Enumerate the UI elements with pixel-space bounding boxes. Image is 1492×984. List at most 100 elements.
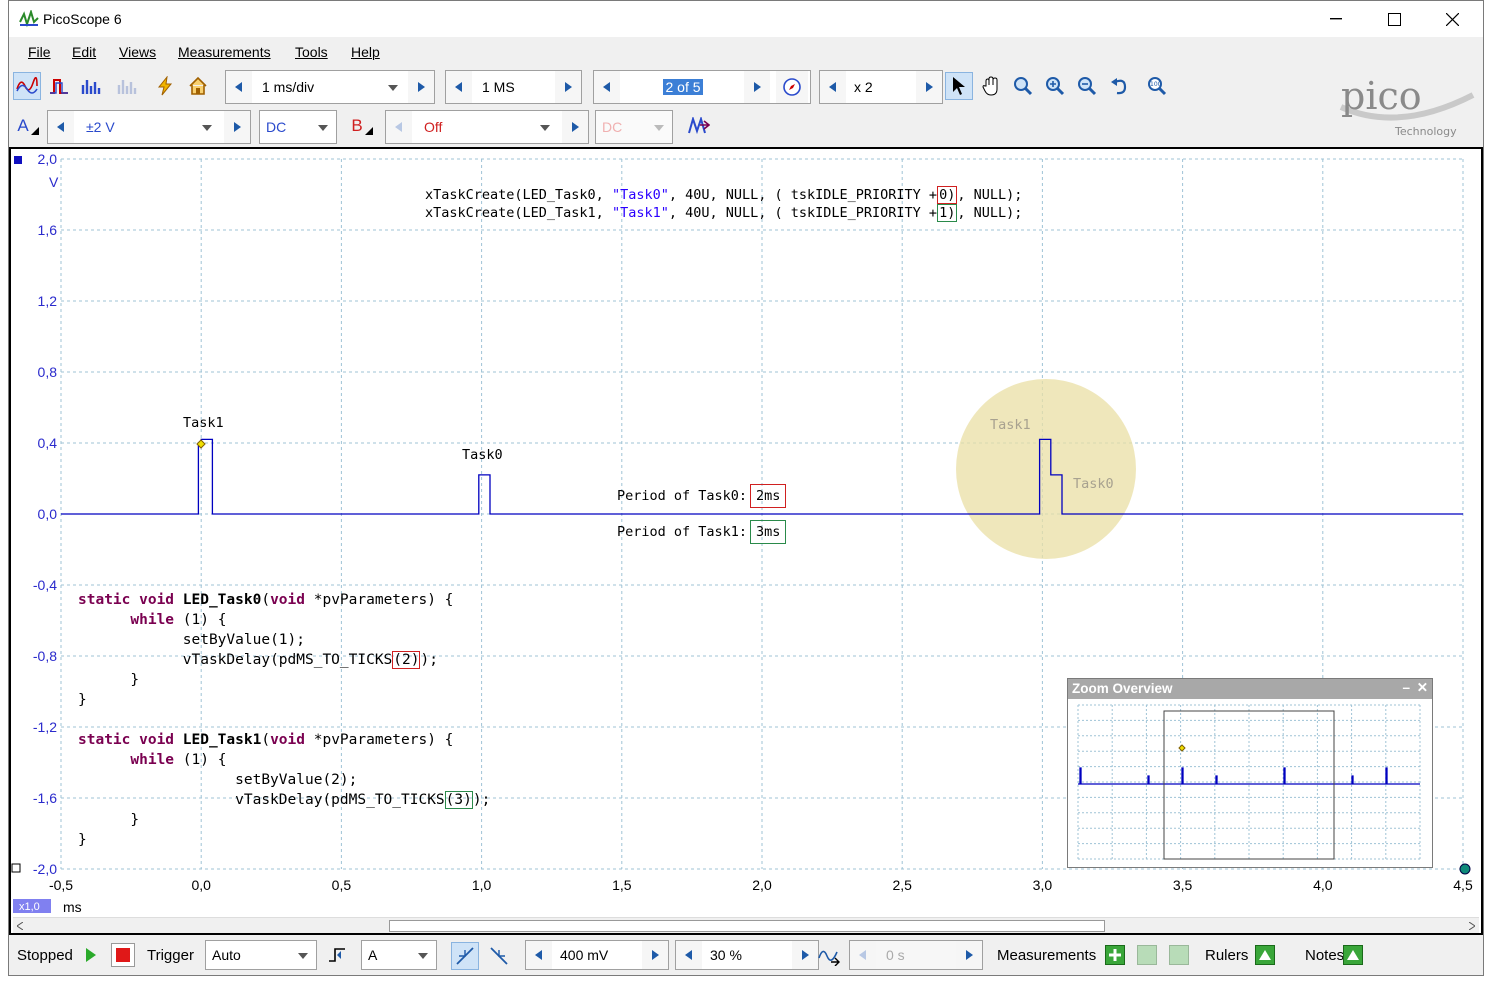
pretrigger-value: 30 % [710, 947, 742, 963]
horizontal-scrollbar[interactable] [13, 917, 1479, 933]
zoom-overview-minimize-button[interactable]: – [1402, 680, 1410, 695]
trigger-type-icon[interactable] [327, 945, 347, 968]
zoom-in-icon[interactable] [1041, 72, 1069, 100]
priority-0-box: 0) [937, 186, 958, 204]
x-tick-label: -0,5 [49, 877, 73, 893]
zoom-overview-panel[interactable]: Zoom Overview – ✕ [1067, 678, 1433, 868]
delay-control: 0 s [849, 940, 983, 970]
y-tick-label: 0,4 [38, 435, 58, 451]
scope-mode-icon[interactable] [13, 72, 41, 100]
math-channels-icon[interactable] [685, 112, 713, 140]
xtaskcreate-line-1: xTaskCreate(LED_Task1, "Task1", 40U, NUL… [425, 204, 1023, 222]
zoom-factor-field[interactable]: x 2 [848, 71, 912, 103]
rulers-toggle-icon[interactable] [1255, 945, 1275, 965]
menu-file[interactable]: File [28, 44, 51, 60]
minimize-button[interactable] [1307, 1, 1365, 37]
zoom-next-button[interactable] [916, 71, 942, 103]
timebase-control: 1 ms/div [225, 70, 435, 104]
trigger-delay-icon[interactable] [817, 944, 841, 969]
coupling-a-select[interactable]: DC [259, 110, 337, 144]
menu-measurements[interactable]: Measurements [178, 44, 271, 60]
threshold-prev-button[interactable] [526, 941, 552, 969]
menu-edit[interactable]: Edit [72, 44, 96, 60]
samples-field[interactable]: 1 MS [476, 71, 552, 103]
rising-edge-icon[interactable] [451, 942, 479, 970]
picoscope-app-icon [19, 8, 39, 31]
y-tick-label: 2,0 [38, 151, 58, 167]
close-button[interactable] [1423, 1, 1481, 37]
y-tick-label: -0,8 [33, 648, 57, 664]
range-b-value: Off [424, 119, 443, 135]
zoom-box-icon[interactable] [1009, 72, 1037, 100]
add-measurement-icon[interactable] [1105, 945, 1125, 965]
delay-field: 0 s [880, 941, 952, 969]
menu-help[interactable]: Help [351, 44, 380, 60]
pointer-tool-icon[interactable] [945, 72, 973, 100]
scroll-right-button[interactable] [1465, 919, 1479, 933]
menu-tools[interactable]: Tools [295, 44, 328, 60]
xtaskcreate-line-0: xTaskCreate(LED_Task0, "Task0", 40U, NUL… [425, 186, 1023, 204]
delay-2-box: (2) [392, 651, 421, 669]
zoom-overview-trigger-marker [1178, 744, 1186, 752]
timebase-value: 1 ms/div [262, 79, 315, 95]
buffer-field[interactable]: 2 of 5 [628, 71, 738, 103]
channel-b-button[interactable]: B [347, 112, 377, 140]
coupling-b-value: DC [602, 119, 623, 135]
pico-logo-subtext: Technology [1394, 125, 1457, 138]
threshold-next-button[interactable] [642, 941, 668, 969]
persistence-mode-icon[interactable] [45, 72, 73, 100]
x-tick-label: 3,0 [1033, 877, 1053, 893]
timebase-select[interactable]: 1 ms/div [256, 71, 406, 103]
timebase-next-button[interactable] [408, 71, 434, 103]
pretrigger-prev-button[interactable] [676, 941, 702, 969]
notes-toggle-icon[interactable] [1343, 945, 1363, 965]
samples-prev-button[interactable] [446, 71, 472, 103]
buffer-next-button[interactable] [744, 71, 770, 103]
range-a-prev-button[interactable] [48, 111, 74, 143]
trigger-mode-select[interactable]: Auto [205, 940, 317, 970]
threshold-field[interactable]: 400 mV [554, 941, 640, 969]
home-icon[interactable] [184, 72, 212, 100]
spectrum-mode-icon[interactable] [77, 72, 105, 100]
zoom-overview-icon[interactable]: 100 [1143, 72, 1171, 100]
start-icon[interactable] [85, 947, 97, 966]
channel-a-button[interactable]: A [13, 112, 43, 140]
hand-tool-icon[interactable] [977, 72, 1005, 100]
x-tick-label: 1,5 [612, 877, 632, 893]
samples-next-button[interactable] [555, 71, 581, 103]
undo-zoom-icon[interactable] [1105, 72, 1133, 100]
range-a-next-button[interactable] [224, 111, 250, 143]
zoom-overview-close-button[interactable]: ✕ [1417, 680, 1428, 696]
trigger-channel-select[interactable]: A [361, 940, 437, 970]
pretrigger-next-button[interactable] [792, 941, 818, 969]
code-led-task0: static void LED_Task0(void *pvParameters… [78, 592, 454, 708]
threshold-control: 400 mV [525, 940, 669, 970]
title-bar: PicoScope 6 [9, 1, 1483, 37]
range-b-next-button[interactable] [562, 111, 588, 143]
range-b-prev-button[interactable] [386, 111, 412, 143]
buffer-prev-button[interactable] [594, 71, 620, 103]
zoom-overview-chart[interactable] [1068, 699, 1432, 867]
menu-views[interactable]: Views [119, 44, 156, 60]
x-tick-label: 2,5 [892, 877, 912, 893]
scroll-left-button[interactable] [13, 919, 27, 933]
range-a-select[interactable]: ±2 V [80, 111, 220, 143]
y-tick-label: -0,4 [33, 577, 57, 593]
stop-button[interactable] [111, 943, 135, 967]
scroll-thumb[interactable] [389, 920, 1105, 932]
zoom-out-icon[interactable] [1073, 72, 1101, 100]
range-b-select[interactable]: Off [418, 111, 558, 143]
buffer-navigator-icon[interactable] [776, 71, 808, 103]
falling-edge-icon[interactable] [485, 942, 513, 970]
timebase-prev-button[interactable] [226, 71, 252, 103]
auto-setup-icon[interactable] [151, 72, 179, 100]
pretrigger-field[interactable]: 30 % [704, 941, 790, 969]
scope-view[interactable]: 2,0 1,6 1,2 0,8 0,4 0,0 -0,4 -0,8 -1,2 -1,6 -2,0 -… [9, 147, 1483, 935]
maximize-button[interactable] [1365, 1, 1423, 37]
delay-prev-button [850, 941, 876, 969]
zoom-prev-button[interactable] [820, 71, 846, 103]
coupling-a-value: DC [266, 119, 287, 135]
x-unit-label: ms [63, 899, 82, 915]
y-axis-ticks: 2,0 1,6 1,2 0,8 0,4 0,0 -0,4 -0,8 -1,2 -1,6 -2,0 [33, 151, 57, 877]
x-tick-label: 2,0 [752, 877, 772, 893]
